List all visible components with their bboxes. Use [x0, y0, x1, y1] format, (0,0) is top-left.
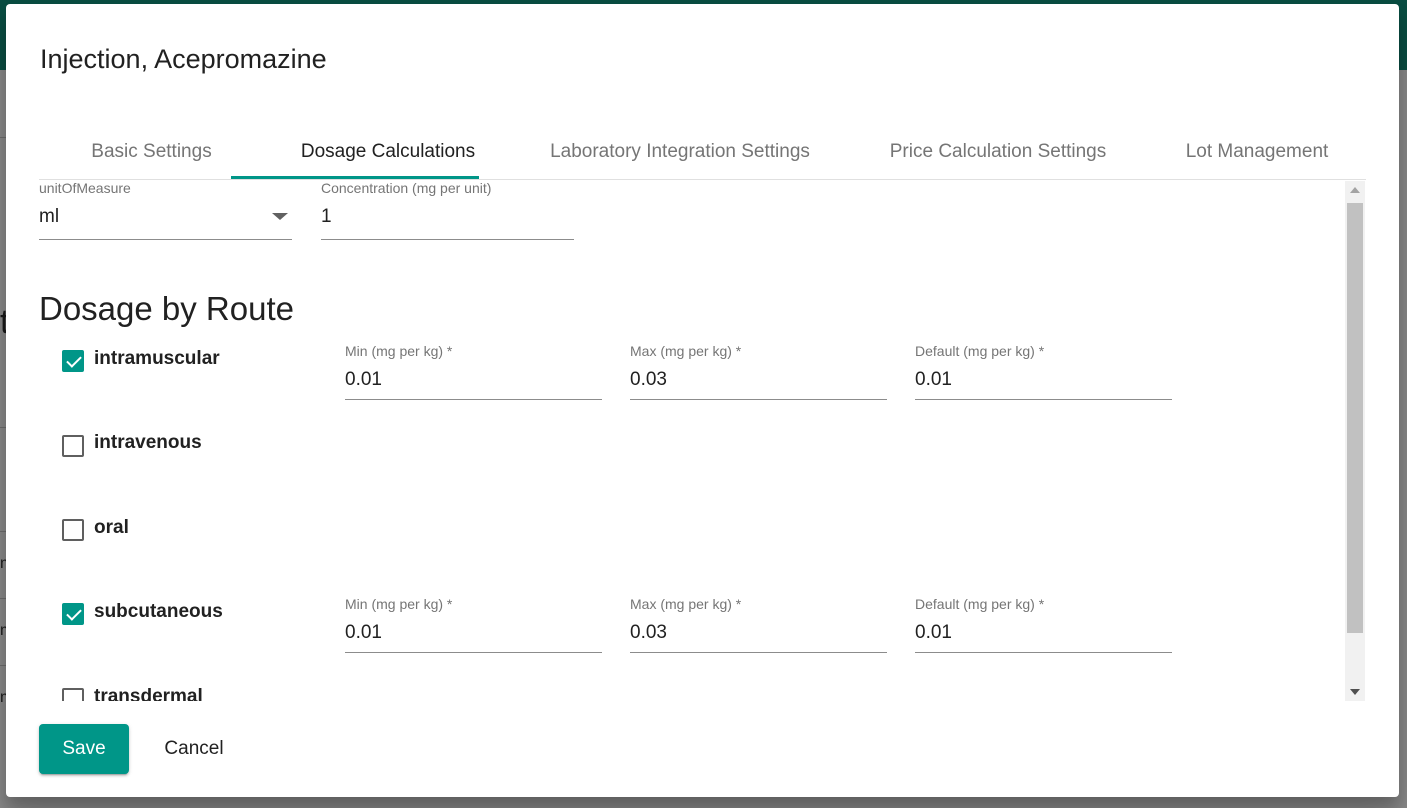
route-label-oral: oral — [94, 517, 129, 538]
max-dose-value: 0.03 — [630, 369, 667, 390]
route-label-transdermal: transdermal — [94, 686, 203, 701]
default-dose-input-subcutaneous[interactable]: Default (mg per kg) * 0.01 — [915, 596, 1172, 653]
field-underline — [915, 399, 1172, 400]
scrollbar-thumb[interactable] — [1347, 203, 1363, 633]
save-button[interactable]: Save — [39, 724, 129, 774]
tab-price-calculation-settings[interactable]: Price Calculation Settings — [848, 124, 1148, 180]
unit-of-measure-value: ml — [39, 206, 60, 227]
tab-basic-settings[interactable]: Basic Settings — [39, 124, 264, 180]
dialog-title: Injection, Acepromazine — [40, 44, 327, 74]
max-dose-label: Max (mg per kg) * — [630, 596, 742, 612]
edit-item-dialog: Injection, Acepromazine Basic Settings D… — [6, 4, 1399, 797]
route-label-intravenous: intravenous — [94, 432, 202, 453]
unit-of-measure-label: unitOfMeasure — [39, 180, 131, 196]
concentration-value: 1 — [321, 206, 332, 227]
default-dose-label: Default (mg per kg) * — [915, 596, 1045, 612]
default-dose-value: 0.01 — [915, 622, 952, 643]
min-dose-label: Min (mg per kg) * — [345, 596, 453, 612]
min-dose-input-intramuscular[interactable]: Min (mg per kg) * 0.01 — [345, 343, 602, 400]
min-dose-label: Min (mg per kg) * — [345, 343, 453, 359]
max-dose-input-subcutaneous[interactable]: Max (mg per kg) * 0.03 — [630, 596, 887, 653]
scroll-down-arrow-icon[interactable] — [1350, 689, 1360, 695]
tab-bar: Basic Settings Dosage Calculations Labor… — [39, 124, 1366, 180]
checkbox-subcutaneous[interactable] — [62, 603, 84, 625]
max-dose-input-intramuscular[interactable]: Max (mg per kg) * 0.03 — [630, 343, 887, 400]
field-underline — [345, 652, 602, 653]
checkbox-oral[interactable] — [62, 519, 84, 541]
field-underline — [915, 652, 1172, 653]
field-underline — [39, 239, 292, 240]
tab-dosage-calculations[interactable]: Dosage Calculations — [264, 124, 512, 180]
max-dose-label: Max (mg per kg) * — [630, 343, 742, 359]
concentration-label: Concentration (mg per unit) — [321, 180, 492, 196]
default-dose-value: 0.01 — [915, 369, 952, 390]
cancel-button[interactable]: Cancel — [146, 724, 242, 774]
active-tab-indicator — [231, 176, 479, 179]
section-title-dosage-by-route: Dosage by Route — [39, 290, 294, 327]
field-underline — [321, 239, 574, 240]
field-underline — [630, 399, 887, 400]
field-underline — [630, 652, 887, 653]
unit-of-measure-select[interactable]: unitOfMeasure ml — [39, 180, 292, 240]
content-scrollbar[interactable] — [1345, 181, 1365, 701]
default-dose-input-intramuscular[interactable]: Default (mg per kg) * 0.01 — [915, 343, 1172, 400]
field-underline — [345, 399, 602, 400]
dropdown-arrow-icon — [272, 213, 288, 220]
tab-laboratory-integration-settings[interactable]: Laboratory Integration Settings — [512, 124, 848, 180]
min-dose-input-subcutaneous[interactable]: Min (mg per kg) * 0.01 — [345, 596, 602, 653]
checkbox-intramuscular[interactable] — [62, 350, 84, 372]
checkbox-transdermal[interactable] — [62, 688, 84, 701]
scroll-up-arrow-icon[interactable] — [1350, 187, 1360, 193]
min-dose-value: 0.01 — [345, 622, 382, 643]
dosage-calculations-panel: unitOfMeasure ml Concentration (mg per u… — [39, 180, 1366, 701]
tab-lot-management[interactable]: Lot Management — [1148, 124, 1366, 180]
default-dose-label: Default (mg per kg) * — [915, 343, 1045, 359]
route-label-subcutaneous: subcutaneous — [94, 601, 223, 622]
max-dose-value: 0.03 — [630, 622, 667, 643]
min-dose-value: 0.01 — [345, 369, 382, 390]
concentration-input[interactable]: Concentration (mg per unit) 1 — [321, 180, 574, 240]
route-label-intramuscular: intramuscular — [94, 348, 220, 369]
checkbox-intravenous[interactable] — [62, 435, 84, 457]
